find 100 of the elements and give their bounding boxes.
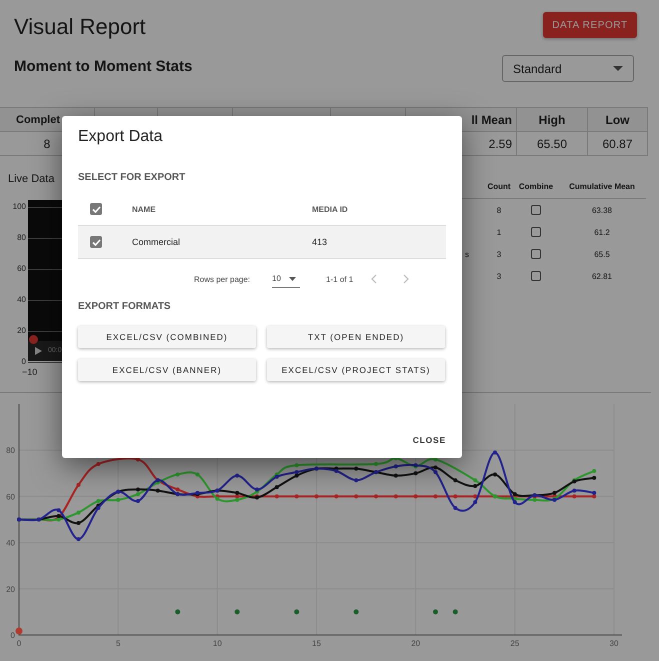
axis-label: 60 — [16, 264, 26, 273]
point — [453, 478, 458, 482]
point — [334, 494, 338, 498]
table-cell-text: 1 — [496, 228, 502, 236]
point — [473, 500, 478, 504]
point — [176, 487, 180, 492]
point — [532, 498, 537, 502]
point — [215, 496, 220, 501]
axis-label: 10 — [212, 639, 222, 648]
point — [394, 474, 398, 478]
axis-label: 5 — [116, 639, 120, 648]
axis-label: 0 — [10, 631, 15, 640]
live-data-tab[interactable]: Live Data — [8, 173, 54, 185]
point — [433, 609, 438, 614]
checkbox[interactable] — [90, 236, 102, 248]
point — [274, 474, 279, 479]
point — [434, 466, 438, 470]
point — [493, 472, 497, 476]
point — [76, 510, 80, 515]
point — [96, 499, 100, 504]
view-select[interactable]: Standard — [502, 55, 634, 82]
point — [512, 500, 517, 504]
axis-label: 40 — [6, 538, 15, 548]
column-header: High — [517, 108, 588, 132]
checkbox[interactable] — [531, 249, 541, 259]
axis-label: 40 — [16, 295, 26, 304]
point — [136, 487, 140, 492]
axis-label: 0 — [16, 639, 22, 648]
point — [176, 472, 180, 476]
scrubber-handle[interactable] — [29, 335, 38, 344]
point — [76, 482, 80, 487]
table-cell-text: Commercial — [132, 237, 182, 247]
point — [552, 490, 556, 495]
point — [452, 609, 458, 614]
axis-label: 60 — [6, 492, 15, 502]
export-button[interactable]: EXCEL/CSV (BANNER) — [78, 359, 256, 381]
point — [274, 494, 279, 498]
table-cell-text: s — [464, 250, 470, 258]
table-cell-text: 413 — [312, 237, 328, 247]
checkbox[interactable] — [531, 271, 541, 281]
axis-label: 20 — [6, 584, 15, 594]
close-button[interactable]: CLOSE — [412, 431, 446, 449]
table-row[interactable]: Commercial 413 — [78, 226, 446, 259]
point — [354, 466, 358, 471]
point — [156, 488, 160, 493]
export-button[interactable]: EXCEL/CSV (PROJECT STATS) — [267, 359, 445, 381]
point — [592, 476, 596, 480]
axis-label: 15 — [312, 639, 321, 648]
page-range: 1-1 of 1 — [326, 274, 354, 284]
column-header: Cumulative Mean — [568, 182, 636, 190]
point — [394, 494, 398, 498]
checkbox[interactable] — [531, 227, 541, 237]
point — [234, 609, 240, 614]
point — [76, 537, 80, 542]
point — [314, 494, 318, 498]
table-cell-text: 61.2 — [593, 228, 611, 236]
column-header: MEDIA ID — [312, 204, 349, 214]
point — [116, 498, 120, 502]
section-title: Moment to Moment Stats — [14, 58, 192, 75]
point — [473, 478, 478, 482]
chevron-right-icon — [403, 274, 410, 284]
table-cell-text: 63.38 — [590, 206, 614, 214]
column-header: Count — [486, 182, 512, 190]
checkbox[interactable] — [531, 205, 541, 215]
axis-label: −10 — [22, 367, 38, 377]
point — [294, 463, 299, 468]
axis-label: 0 — [20, 357, 26, 366]
point — [592, 494, 596, 498]
caret-icon — [613, 66, 623, 72]
section-heading: EXPORT FORMATS — [78, 301, 172, 312]
point — [235, 474, 240, 478]
axis-label: 25 — [510, 639, 520, 648]
point — [56, 508, 61, 512]
column-header: NAME — [132, 204, 157, 214]
axis-label: 30 — [610, 639, 618, 648]
checkbox[interactable] — [90, 203, 102, 215]
export-button[interactable]: EXCEL/CSV (COMBINED) — [78, 326, 256, 348]
point — [96, 462, 100, 466]
point — [414, 494, 418, 498]
playhead-marker[interactable] — [16, 628, 22, 634]
point — [374, 462, 378, 466]
table-cell-text: 8 — [496, 206, 502, 214]
table-cell: 65.50 — [517, 132, 588, 156]
point — [294, 494, 299, 498]
point — [294, 474, 299, 478]
export-button[interactable]: TXT (OPEN ENDED) — [267, 326, 445, 348]
play-icon[interactable] — [35, 347, 42, 355]
point — [473, 484, 478, 488]
point — [572, 494, 576, 498]
point — [592, 490, 596, 495]
caret-icon — [288, 276, 296, 280]
point — [136, 499, 140, 504]
point — [434, 470, 438, 474]
rows-per-page-select[interactable]: 10 — [272, 270, 300, 288]
axis-label: 20 — [16, 326, 26, 335]
point — [235, 494, 240, 498]
point — [394, 464, 398, 468]
point — [592, 468, 596, 473]
point — [354, 609, 359, 614]
column-header: Low — [588, 108, 648, 132]
